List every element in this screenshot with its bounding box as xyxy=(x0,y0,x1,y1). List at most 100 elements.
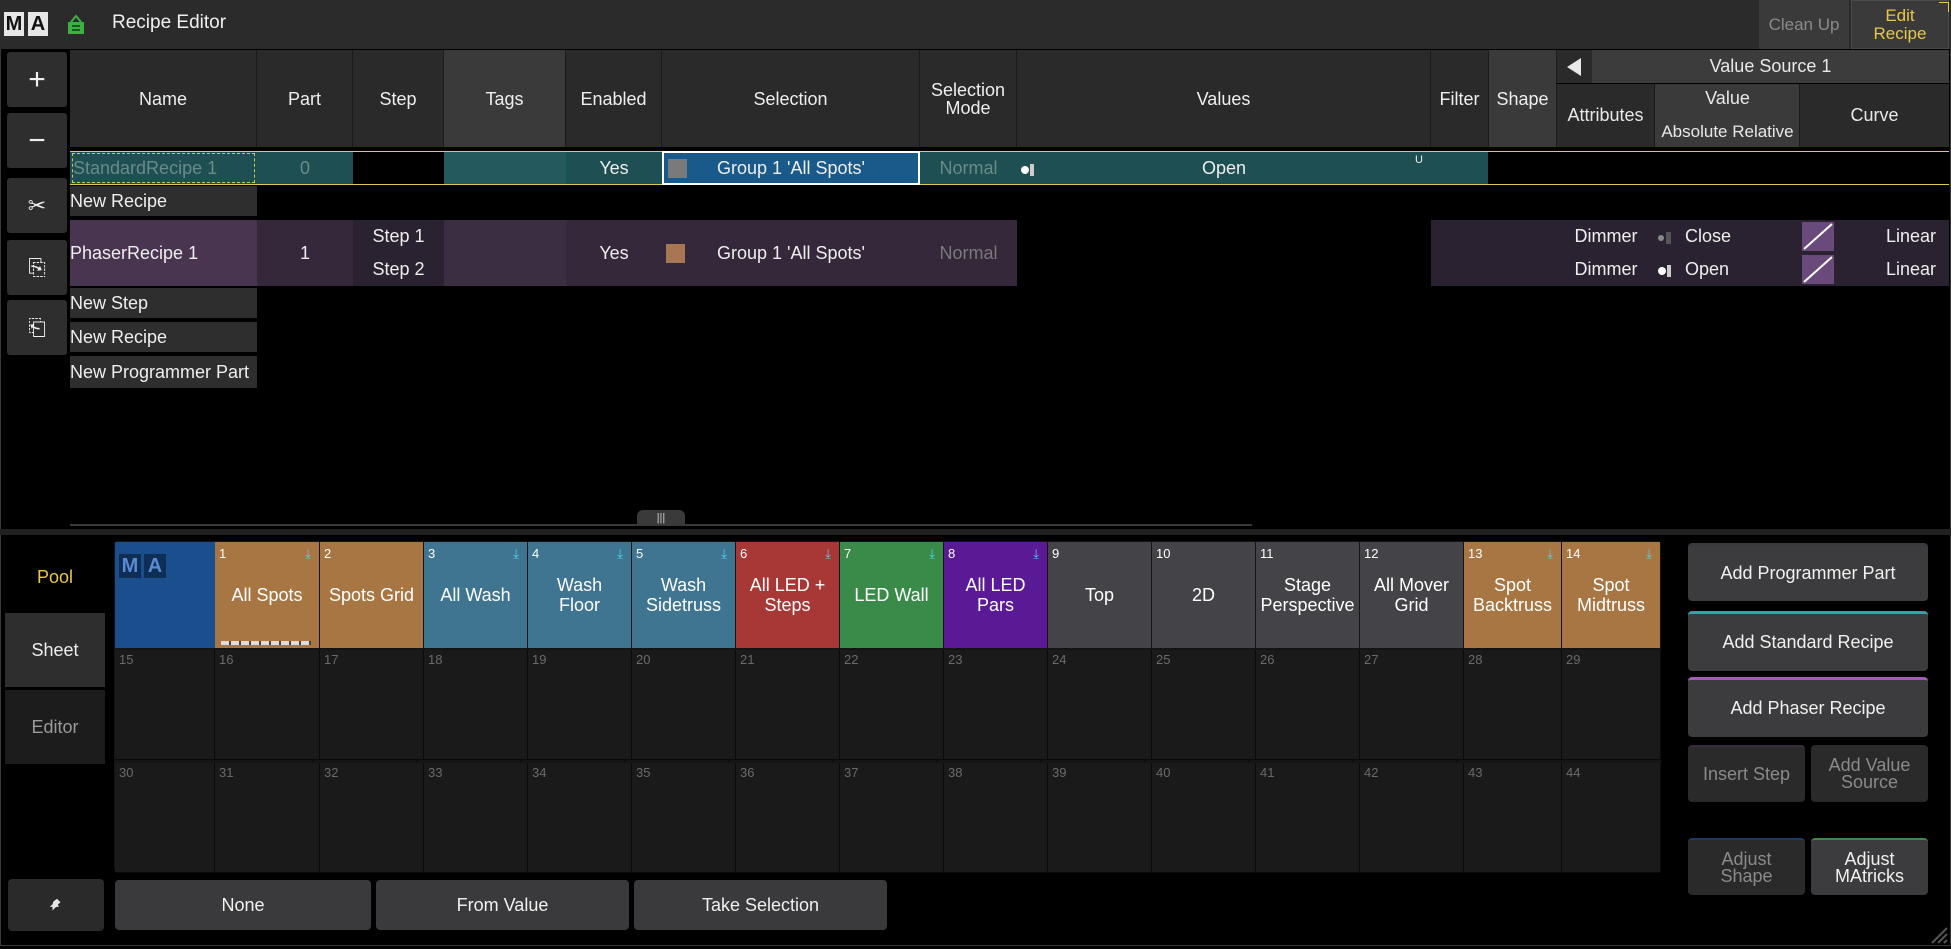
panel-divider[interactable] xyxy=(0,529,1951,535)
phaser-curve1-cell[interactable]: Linear xyxy=(1800,220,1949,253)
phaser-step2-cell[interactable]: Step 2 xyxy=(353,253,444,286)
pool-tile[interactable]: 11 Stage Perspective xyxy=(1256,542,1359,648)
col-enabled[interactable]: Enabled xyxy=(566,50,662,147)
insert-step-button[interactable]: Insert Step xyxy=(1688,745,1805,802)
phaser-mode-cell[interactable]: Normal xyxy=(920,220,1017,286)
adjust-shape-button[interactable]: Adjust Shape xyxy=(1688,838,1805,895)
standard-enabled-cell[interactable]: Yes xyxy=(566,152,662,184)
take-selection-button[interactable]: Take Selection xyxy=(634,880,887,930)
empty-pool-tile[interactable]: 35 xyxy=(632,763,736,873)
empty-pool-tile[interactable]: 20 xyxy=(632,650,736,760)
phaser-val1-cell[interactable]: Close xyxy=(1655,220,1800,253)
empty-pool-tile[interactable]: 19 xyxy=(528,650,632,760)
empty-pool-tile[interactable]: 25 xyxy=(1152,650,1256,760)
pool-tile[interactable]: 12 All Mover Grid xyxy=(1360,542,1463,648)
empty-pool-tile[interactable]: 40 xyxy=(1152,763,1256,873)
col-part[interactable]: Part xyxy=(257,50,353,147)
new-programmer-part-row[interactable]: New Programmer Part xyxy=(70,356,257,388)
empty-pool-tile[interactable]: 24 xyxy=(1048,650,1152,760)
pool-tile[interactable]: 13 ⤓ Spot Backtruss xyxy=(1464,542,1561,648)
tab-editor[interactable]: Editor xyxy=(5,690,105,764)
col-values[interactable]: Values xyxy=(1017,50,1431,147)
empty-pool-tile[interactable]: 29 xyxy=(1562,650,1661,760)
remove-button[interactable]: − xyxy=(7,113,67,168)
col-curve[interactable]: Curve xyxy=(1800,84,1949,147)
pool-tile[interactable]: 3 ⤓ All Wash xyxy=(424,542,527,648)
phaser-part-cell[interactable]: 1 xyxy=(257,220,353,286)
empty-pool-tile[interactable]: 41 xyxy=(1256,763,1360,873)
phaser-name-cell[interactable]: PhaserRecipe 1 xyxy=(70,220,257,286)
standard-values-cell[interactable]: Open U xyxy=(1017,152,1431,184)
value-source-title[interactable]: Value Source 1 xyxy=(1592,50,1949,83)
col-attributes[interactable]: Attributes xyxy=(1557,84,1655,147)
col-shape[interactable]: Shape xyxy=(1489,50,1557,147)
col-name[interactable]: Name xyxy=(70,50,257,147)
empty-pool-tile[interactable]: 39 xyxy=(1048,763,1152,873)
empty-pool-tile[interactable]: 38 xyxy=(944,763,1048,873)
edit-recipe-button[interactable]: Edit Recipe xyxy=(1851,0,1949,49)
empty-pool-tile[interactable]: 21 xyxy=(736,650,840,760)
empty-pool-tile[interactable]: 32 xyxy=(320,763,424,873)
empty-pool-tile[interactable]: 15 xyxy=(115,650,215,760)
standard-mode-cell[interactable]: Normal xyxy=(920,152,1017,184)
empty-pool-tile[interactable]: 27 xyxy=(1360,650,1464,760)
pool-tile[interactable]: 8 ⤓ All LED Pars xyxy=(944,542,1047,648)
resize-grip-icon[interactable] xyxy=(1928,924,1948,944)
standard-tags-cell[interactable] xyxy=(444,152,566,184)
basket-icon[interactable] xyxy=(65,14,87,36)
tab-sheet[interactable]: Sheet xyxy=(5,613,105,687)
new-recipe-row-2[interactable]: New Recipe xyxy=(70,322,257,352)
empty-pool-tile[interactable]: 26 xyxy=(1256,650,1360,760)
pool-tile[interactable]: 7 ⤓ LED Wall xyxy=(840,542,943,648)
phaser-tags-cell[interactable] xyxy=(444,220,566,286)
col-selection-mode[interactable]: Selection Mode xyxy=(920,50,1017,147)
pool-logo-tile[interactable]: M A xyxy=(115,542,215,648)
empty-pool-tile[interactable]: 36 xyxy=(736,763,840,873)
value-source-prev-arrow[interactable] xyxy=(1560,52,1588,81)
pool-tile[interactable]: 9 Top xyxy=(1048,542,1151,648)
cut-button[interactable]: ✂ xyxy=(7,178,67,233)
add-phaser-recipe-button[interactable]: Add Phaser Recipe xyxy=(1688,677,1928,737)
empty-pool-tile[interactable]: 37 xyxy=(840,763,944,873)
phaser-attr1-cell[interactable]: Dimmer xyxy=(1557,220,1655,253)
empty-pool-tile[interactable]: 31 xyxy=(215,763,320,873)
col-selection[interactable]: Selection xyxy=(662,50,920,147)
add-standard-recipe-button[interactable]: Add Standard Recipe xyxy=(1688,611,1928,671)
phaser-val2-cell[interactable]: Open xyxy=(1655,253,1800,286)
standard-selection-cell[interactable]: Group 1 'All Spots' xyxy=(662,151,920,185)
add-button[interactable]: + xyxy=(7,52,67,107)
empty-pool-tile[interactable]: 18 xyxy=(424,650,528,760)
add-value-source-button[interactable]: Add Value Source xyxy=(1811,745,1928,802)
empty-pool-tile[interactable]: 22 xyxy=(840,650,944,760)
new-recipe-row-1[interactable]: New Recipe xyxy=(70,186,257,216)
from-value-button[interactable]: From Value xyxy=(376,880,629,930)
phaser-filter-cell[interactable] xyxy=(1431,220,1489,286)
pin-button[interactable] xyxy=(8,879,104,931)
empty-pool-tile[interactable]: 33 xyxy=(424,763,528,873)
empty-pool-tile[interactable]: 23 xyxy=(944,650,1048,760)
empty-pool-tile[interactable]: 44 xyxy=(1562,763,1661,873)
phaser-step1-cell[interactable]: Step 1 xyxy=(353,220,444,253)
pool-tile[interactable]: 2 Spots Grid xyxy=(320,542,423,648)
paste-button[interactable]: ⎗ xyxy=(7,300,67,355)
standard-step-cell[interactable] xyxy=(353,152,444,184)
empty-pool-tile[interactable]: 16 xyxy=(215,650,320,760)
add-programmer-part-button[interactable]: Add Programmer Part xyxy=(1688,543,1928,601)
standard-part-cell[interactable]: 0 xyxy=(257,152,353,184)
empty-pool-tile[interactable]: 30 xyxy=(115,763,215,873)
empty-pool-tile[interactable]: 17 xyxy=(320,650,424,760)
phaser-shape-cell[interactable] xyxy=(1489,220,1557,286)
pool-tile[interactable]: 14 ⤓ Spot Midtruss xyxy=(1562,542,1660,648)
empty-pool-tile[interactable]: 42 xyxy=(1360,763,1464,873)
phaser-attr2-cell[interactable]: Dimmer xyxy=(1557,253,1655,286)
standard-name-cell[interactable]: StandardRecipe 1 xyxy=(72,153,255,183)
pool-tile[interactable]: 10 2D xyxy=(1152,542,1255,648)
col-value[interactable]: Value Absolute Relative xyxy=(1655,84,1800,147)
empty-pool-tile[interactable]: 43 xyxy=(1464,763,1562,873)
pool-tile[interactable]: 4 ⤓ Wash Floor xyxy=(528,542,631,648)
resize-handle-icon[interactable]: ||| xyxy=(637,510,685,526)
pool-tile[interactable]: 6 ⤓ All LED + Steps xyxy=(736,542,839,648)
empty-pool-tile[interactable]: 28 xyxy=(1464,650,1562,760)
copy-button[interactable]: ⎘ xyxy=(7,240,67,295)
none-button[interactable]: None xyxy=(115,880,371,930)
